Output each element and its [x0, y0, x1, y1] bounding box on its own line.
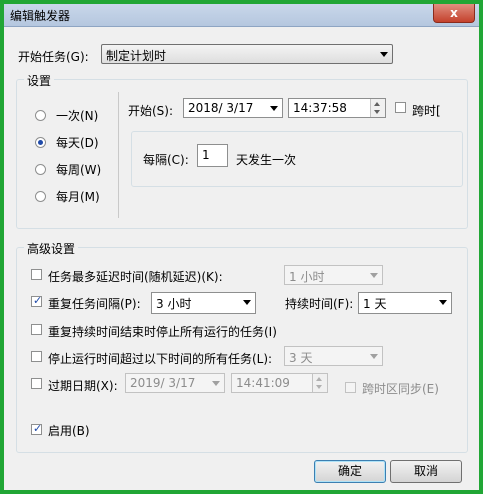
- stop-longer-select[interactable]: 3 天: [284, 346, 383, 366]
- expire-label: 过期日期(X):: [48, 379, 118, 393]
- chevron-down-icon: [243, 300, 251, 305]
- sync-timezone-label: 跨时[: [412, 104, 441, 118]
- advanced-group-title: 高级设置: [24, 240, 79, 257]
- stop-longer-label: 停止运行时间超过以下时间的所有任务(L):: [48, 352, 273, 366]
- radio-weekly-label: 每周(W): [56, 163, 102, 177]
- begin-task-value: 制定计划时: [106, 49, 167, 63]
- ok-button[interactable]: 确定: [314, 460, 386, 483]
- chevron-down-icon: [370, 354, 378, 359]
- title-bar: 编辑触发器 x: [4, 4, 479, 27]
- chevron-down-icon: [380, 52, 388, 57]
- expire-date-value: 2019/ 3/17: [130, 376, 196, 390]
- delay-select[interactable]: 1 小时: [284, 265, 383, 285]
- close-button[interactable]: x: [433, 4, 475, 23]
- chevron-down-icon: [270, 106, 278, 111]
- settings-group-title: 设置: [24, 72, 55, 89]
- chevron-down-icon: [370, 273, 378, 278]
- radio-weekly[interactable]: [35, 164, 46, 175]
- stop-longer-checkbox[interactable]: [31, 351, 42, 362]
- chevron-down-icon: [212, 381, 220, 386]
- enabled-checkbox[interactable]: ✓: [31, 422, 43, 435]
- repeat-checkbox[interactable]: ✓: [31, 294, 43, 307]
- spin-up-icon: [374, 102, 380, 106]
- duration-label: 持续时间(F):: [285, 297, 354, 311]
- expire-checkbox[interactable]: [31, 378, 42, 389]
- radio-once-label: 一次(N): [56, 109, 99, 123]
- start-date-picker[interactable]: 2018/ 3/17: [183, 98, 283, 118]
- checkmark-icon: ✓: [33, 294, 43, 307]
- edit-trigger-dialog: 编辑触发器 x 开始任务(G): 制定计划时 设置 一次(N) 每天(D) 每周…: [4, 4, 479, 490]
- start-time-spinner[interactable]: 14:37:58: [288, 98, 386, 118]
- delay-label: 任务最多延迟时间(随机延迟)(K):: [48, 270, 223, 284]
- repeat-select[interactable]: 3 小时: [151, 292, 256, 314]
- enabled-label: 启用(B): [48, 424, 90, 438]
- expire-date-picker[interactable]: 2019/ 3/17: [125, 373, 225, 393]
- spin-buttons[interactable]: [312, 374, 327, 392]
- sync-timezone-checkbox[interactable]: [395, 102, 406, 113]
- expire-sync-label: 跨时区同步(E): [362, 382, 439, 396]
- expire-time-value: 14:41:09: [236, 376, 290, 390]
- recur-input[interactable]: 1: [197, 144, 228, 167]
- radio-selected-dot-icon: [38, 140, 43, 145]
- stop-longer-value: 3 天: [289, 351, 313, 365]
- spin-down-icon: [316, 385, 322, 389]
- delay-checkbox[interactable]: [31, 269, 42, 280]
- repeat-value: 3 小时: [156, 297, 192, 311]
- chevron-down-icon: [439, 300, 447, 305]
- duration-select[interactable]: 1 天: [358, 292, 452, 314]
- dialog-title: 编辑触发器: [10, 9, 71, 23]
- checkmark-icon: ✓: [33, 422, 43, 435]
- spin-down-icon: [374, 110, 380, 114]
- expire-sync-checkbox[interactable]: [345, 382, 356, 393]
- start-label: 开始(S):: [128, 104, 174, 118]
- begin-task-label: 开始任务(G):: [18, 50, 89, 64]
- delay-value: 1 小时: [289, 270, 325, 284]
- expire-time-spinner[interactable]: 14:41:09: [231, 373, 328, 393]
- stop-all-label: 重复持续时间结束时停止所有运行的任务(I): [48, 325, 277, 339]
- start-time-value: 14:37:58: [293, 101, 347, 115]
- stop-all-checkbox[interactable]: [31, 324, 42, 335]
- radio-daily-label: 每天(D): [56, 136, 99, 150]
- duration-value: 1 天: [363, 297, 387, 311]
- begin-task-select[interactable]: 制定计划时: [101, 44, 393, 64]
- cancel-button[interactable]: 取消: [390, 460, 462, 483]
- spin-up-icon: [316, 377, 322, 381]
- radio-daily[interactable]: [35, 137, 46, 148]
- spin-buttons[interactable]: [370, 99, 385, 117]
- start-date-value: 2018/ 3/17: [188, 101, 254, 115]
- recur-label: 每隔(C):: [143, 153, 189, 167]
- repeat-label: 重复任务间隔(P):: [48, 297, 141, 311]
- recur-suffix: 天发生一次: [236, 153, 297, 167]
- radio-once[interactable]: [35, 110, 46, 121]
- settings-divider: [118, 92, 119, 218]
- recur-value: 1: [202, 148, 210, 162]
- radio-monthly-label: 每月(M): [56, 190, 100, 204]
- radio-monthly[interactable]: [35, 191, 46, 202]
